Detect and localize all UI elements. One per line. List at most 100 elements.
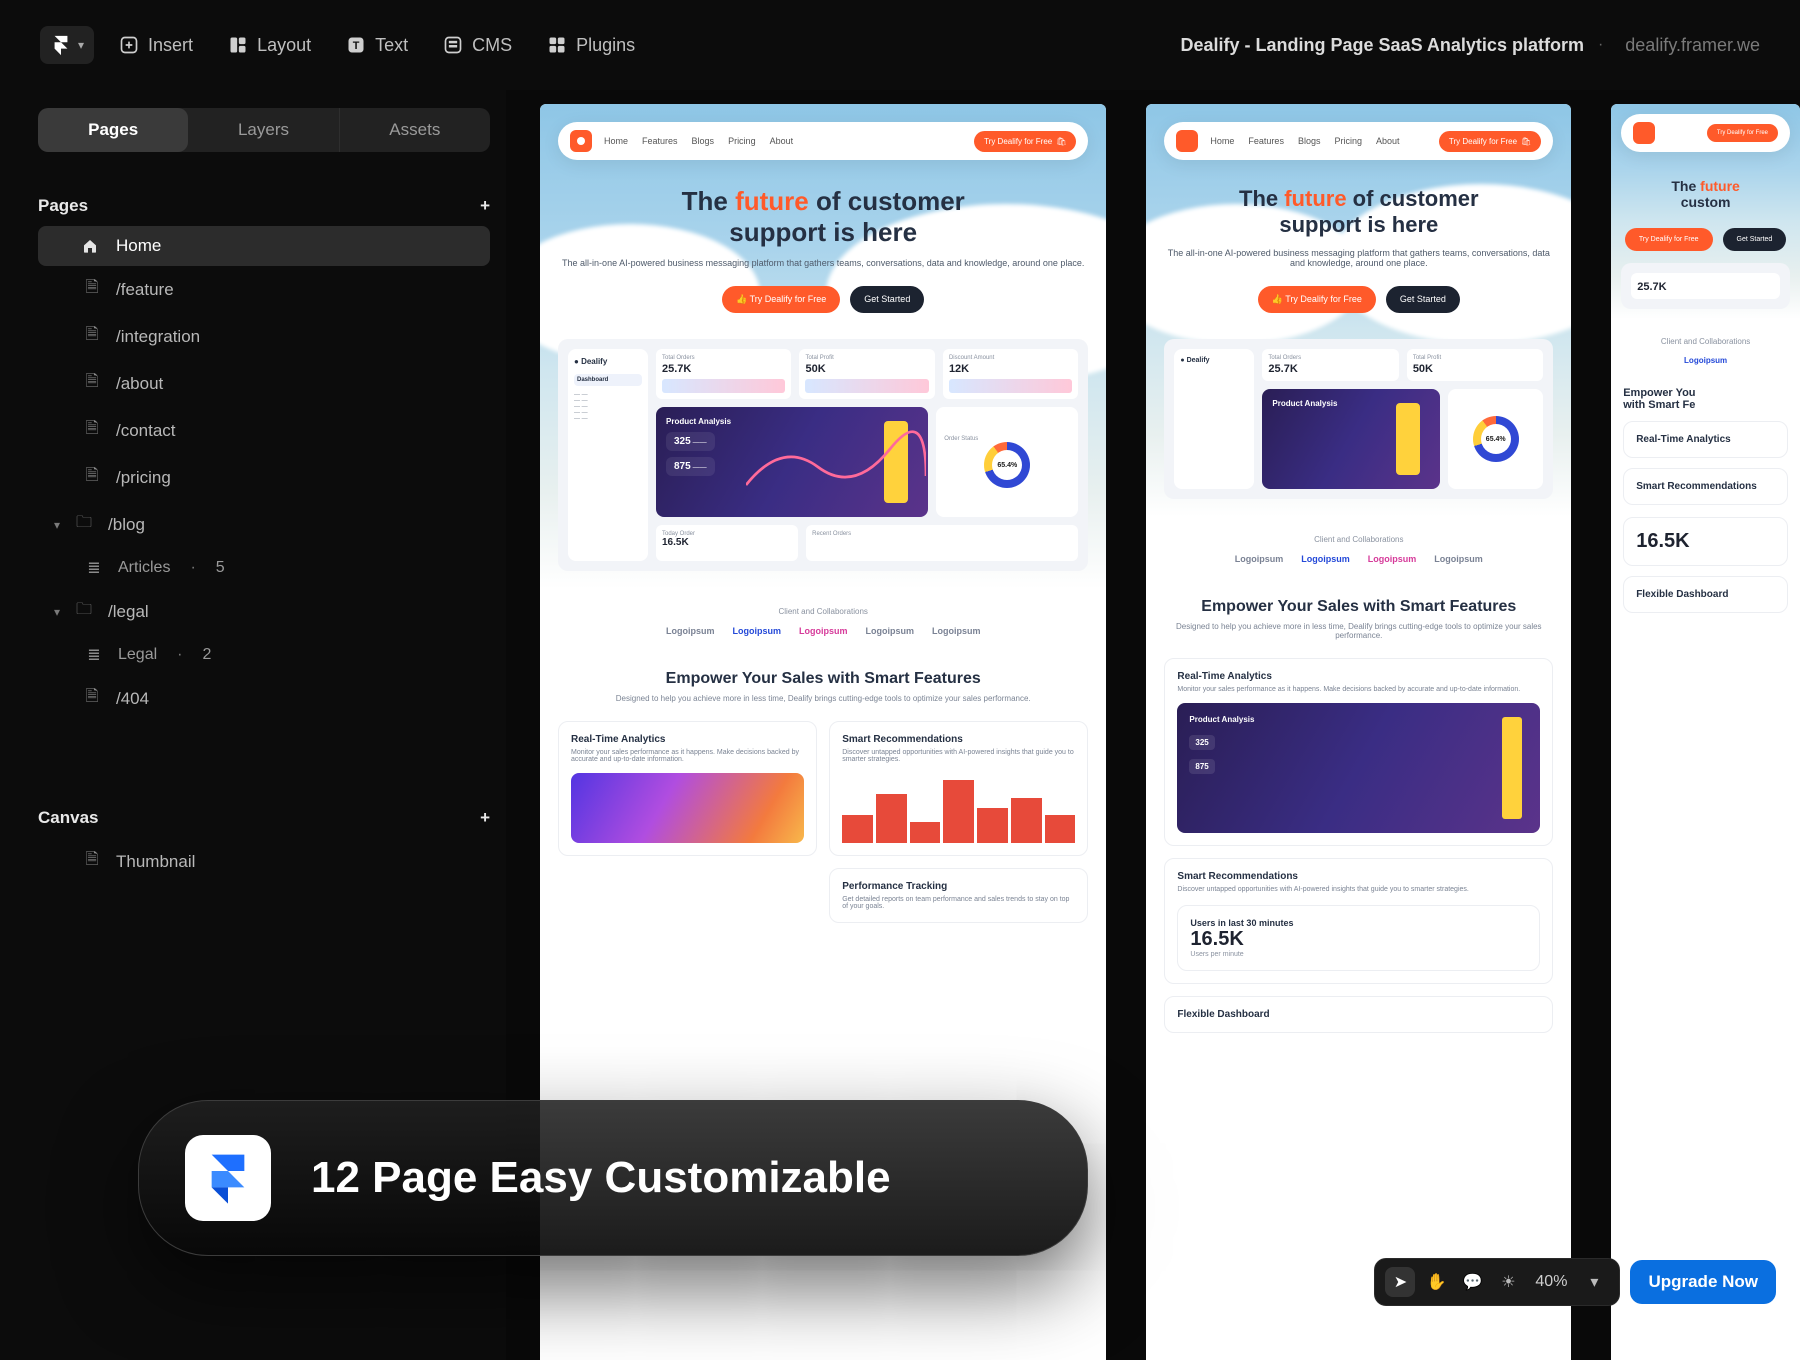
framer-app-icon xyxy=(185,1135,271,1221)
canvas-tools-pill: ➤ ✋ 💬 ☀ 40% ▾ xyxy=(1374,1258,1620,1306)
canvas-toolbar: ➤ ✋ 💬 ☀ 40% ▾ Upgrade Now xyxy=(1374,1258,1776,1306)
nav-cta-label: Try Dealify for Free xyxy=(984,137,1052,146)
nav-cta[interactable]: Try Dealify for Free 🛍 xyxy=(1439,131,1541,152)
chevron-icon: ▾ xyxy=(54,605,60,619)
nav-pricing[interactable]: Pricing xyxy=(728,136,756,146)
zoom-level[interactable]: 40% xyxy=(1529,1273,1573,1291)
tab-pages[interactable]: Pages xyxy=(38,108,188,152)
tree-thumbnail-label: Thumbnail xyxy=(116,852,195,872)
hero-cta-secondary[interactable]: Get Started xyxy=(850,286,924,313)
tree-404[interactable]: 🗎/404 xyxy=(38,675,490,722)
tree-home-label: Home xyxy=(116,236,161,256)
nav-pricing[interactable]: Pricing xyxy=(1334,136,1362,146)
clients-section: Client and Collaborations LogoipsumLogoi… xyxy=(1146,517,1571,574)
add-page-button[interactable]: + xyxy=(480,196,490,216)
tree-home[interactable]: Home xyxy=(38,226,490,266)
frame-tablet[interactable]: Home Features Blogs Pricing About Try De… xyxy=(1146,104,1571,1360)
nav-blogs[interactable]: Blogs xyxy=(1298,136,1321,146)
nav-links: Home Features Blogs Pricing About xyxy=(604,136,793,146)
comment-tool[interactable]: 💬 xyxy=(1457,1267,1487,1297)
hero-cta-primary[interactable]: 👍 Try Dealify for Free xyxy=(1258,286,1376,313)
feature-card-smart: Smart Recommendations Discover untapped … xyxy=(829,721,1088,856)
nav-features[interactable]: Features xyxy=(642,136,678,146)
plus-square-icon xyxy=(118,34,140,56)
upgrade-button[interactable]: Upgrade Now xyxy=(1630,1260,1776,1304)
database-icon xyxy=(442,34,464,56)
app-menu-button[interactable]: ▾ xyxy=(40,26,94,64)
features-section: Empower Your Sales with Smart Features D… xyxy=(1146,574,1571,1057)
layout-label: Layout xyxy=(257,35,311,56)
promo-headline: 12 Page Easy Customizable xyxy=(311,1153,891,1203)
page-icon: 🗎 xyxy=(82,323,102,350)
hero-cta-secondary[interactable]: Get Started xyxy=(1386,286,1460,313)
site-logo-icon xyxy=(570,130,592,152)
site-nav: Home Features Blogs Pricing About Try De… xyxy=(1164,122,1553,160)
tree-contact[interactable]: 🗎/contact xyxy=(38,407,490,454)
nav-about[interactable]: About xyxy=(1376,136,1400,146)
cart-icon: 🛍 xyxy=(1056,137,1066,146)
site-logo-icon xyxy=(1176,130,1198,152)
hero-cta-primary[interactable]: 👍 Try Dealify for Free xyxy=(722,286,840,313)
tree-thumbnail[interactable]: 🗎Thumbnail xyxy=(38,838,490,885)
hero-section: Home Features Blogs Pricing About Try De… xyxy=(540,104,1106,589)
tree-blog[interactable]: ▾🗀/blog xyxy=(38,501,490,548)
tab-layers[interactable]: Layers xyxy=(188,108,338,152)
tree-legal-sub-label: Legal xyxy=(118,646,157,664)
plugins-tool[interactable]: Plugins xyxy=(536,26,645,64)
tree-integration[interactable]: 🗎/integration xyxy=(38,313,490,360)
tree-legal-sub[interactable]: ≣Legal·2 xyxy=(38,635,490,675)
add-canvas-button[interactable]: + xyxy=(480,808,490,828)
cms-tool[interactable]: CMS xyxy=(432,26,522,64)
tree-legal[interactable]: ▾🗀/legal xyxy=(38,588,490,635)
hero-subtitle: The all-in-one AI-powered business messa… xyxy=(1164,248,1553,268)
project-title: Dealify - Landing Page SaaS Analytics pl… xyxy=(1181,35,1584,56)
folder-icon: 🗀 xyxy=(74,511,94,538)
tree-pricing-label: /pricing xyxy=(116,468,171,488)
features-heading: Empower Your Sales with Smart Features xyxy=(558,670,1088,688)
hero-title: The future of customersupport is here xyxy=(1164,186,1553,238)
articles-count: 5 xyxy=(216,559,225,577)
tree-about[interactable]: 🗎/about xyxy=(38,360,490,407)
tab-assets[interactable]: Assets xyxy=(340,108,490,152)
insert-label: Insert xyxy=(148,35,193,56)
client-logo: Logoipsum xyxy=(666,626,715,636)
tree-pricing[interactable]: 🗎/pricing xyxy=(38,454,490,501)
framer-logo-icon xyxy=(50,34,72,56)
zoom-dropdown[interactable]: ▾ xyxy=(1579,1267,1609,1297)
pages-section-label: Pages xyxy=(38,196,88,216)
hero-subtitle: The all-in-one AI-powered business messa… xyxy=(558,258,1088,268)
text-tool[interactable]: T Text xyxy=(335,26,418,64)
nav-blogs[interactable]: Blogs xyxy=(692,136,715,146)
nav-about[interactable]: About xyxy=(770,136,794,146)
page-icon: 🗎 xyxy=(82,276,102,303)
cursor-tool[interactable]: ➤ xyxy=(1385,1267,1415,1297)
db-icon: ≣ xyxy=(84,558,104,578)
project-url[interactable]: dealify.framer.we xyxy=(1625,35,1760,56)
nav-home[interactable]: Home xyxy=(604,136,628,146)
layout-tool[interactable]: Layout xyxy=(217,26,321,64)
svg-text:T: T xyxy=(353,40,360,52)
theme-toggle[interactable]: ☀ xyxy=(1493,1267,1523,1297)
tree-contact-label: /contact xyxy=(116,421,176,441)
nav-cta[interactable]: Try Dealify for Free 🛍 xyxy=(974,131,1076,152)
nav-features[interactable]: Features xyxy=(1248,136,1284,146)
features-sub: Designed to help you achieve more in les… xyxy=(558,694,1088,703)
plugins-label: Plugins xyxy=(576,35,635,56)
insert-tool[interactable]: Insert xyxy=(108,26,203,64)
feature-card-flex: Flexible Dashboard xyxy=(1164,996,1553,1033)
tree-feature[interactable]: 🗎/feature xyxy=(38,266,490,313)
hand-tool[interactable]: ✋ xyxy=(1421,1267,1451,1297)
promo-overlay: 12 Page Easy Customizable xyxy=(138,1100,1088,1256)
site-nav: Home Features Blogs Pricing About Try De… xyxy=(558,122,1088,160)
tree-articles[interactable]: ≣Articles·5 xyxy=(38,548,490,588)
nav-home[interactable]: Home xyxy=(1210,136,1234,146)
top-toolbar: ▾ Insert Layout T Text CMS Plugins Deali… xyxy=(0,0,1800,90)
clients-section: Client and Collaborations Logoipsum Logo… xyxy=(540,589,1106,646)
frame-mobile[interactable]: Try Dealify for Free The futurecustom Tr… xyxy=(1611,104,1800,1360)
home-icon xyxy=(82,238,102,254)
page-icon: 🗎 xyxy=(82,370,102,397)
page-icon: 🗎 xyxy=(82,685,102,712)
tree-blog-label: /blog xyxy=(108,515,145,535)
cms-label: CMS xyxy=(472,35,512,56)
left-panel: Pages Layers Assets Pages + Home 🗎/featu… xyxy=(38,108,490,885)
